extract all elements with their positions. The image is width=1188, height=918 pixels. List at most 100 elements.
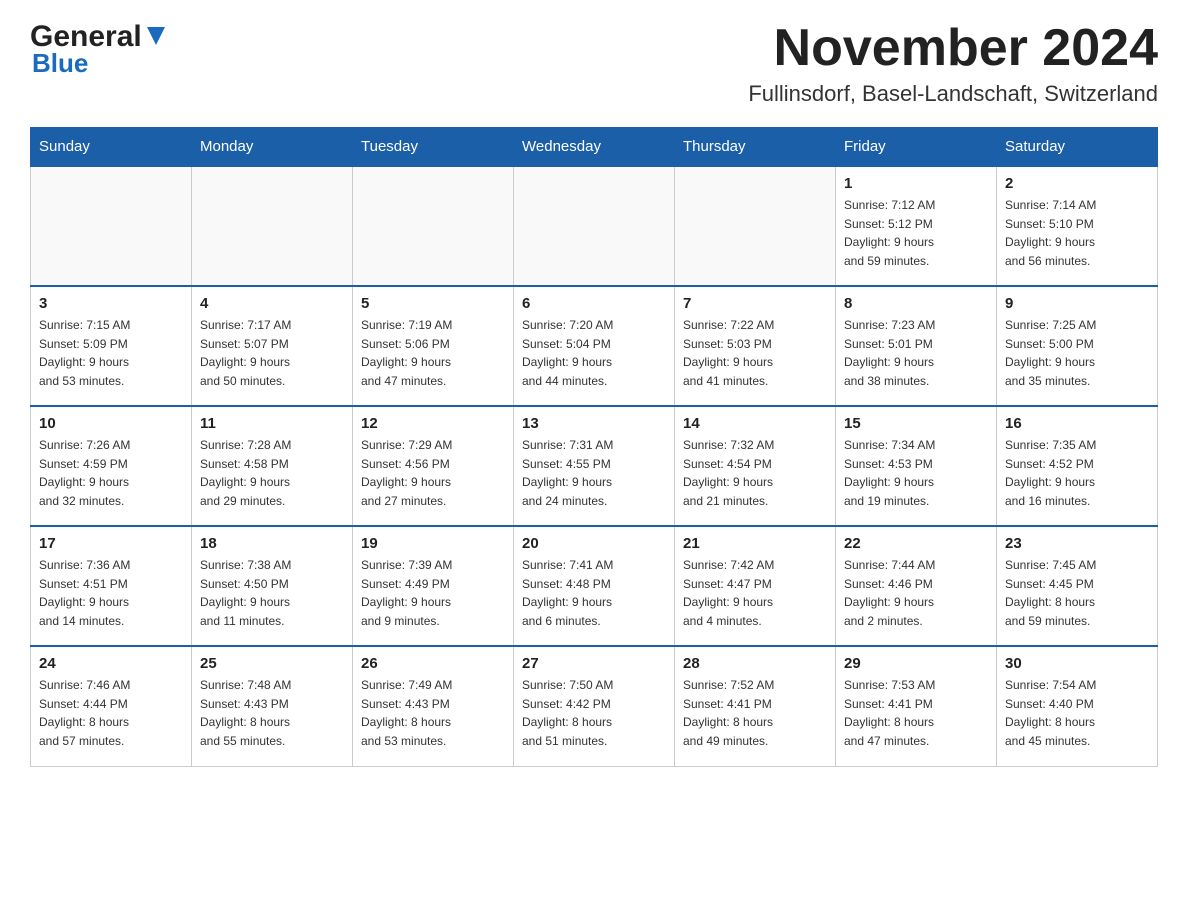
day-number: 19 xyxy=(361,535,505,552)
title-area: November 2024 Fullinsdorf, Basel-Landsch… xyxy=(748,20,1158,107)
header-friday: Friday xyxy=(836,128,997,167)
calendar-row-1: 3 Sunrise: 7:15 AM Sunset: 5:09 PM Daylig… xyxy=(31,286,1158,406)
calendar-cell: 3 Sunrise: 7:15 AM Sunset: 5:09 PM Daylig… xyxy=(31,286,192,406)
calendar-cell: 2Sunrise: 7:14 AM Sunset: 5:10 PM Daylig… xyxy=(997,166,1158,286)
day-info: Sunrise: 7:32 AM Sunset: 4:54 PM Dayligh… xyxy=(683,436,827,510)
header-thursday: Thursday xyxy=(675,128,836,167)
day-info: Sunrise: 7:42 AM Sunset: 4:47 PM Dayligh… xyxy=(683,556,827,630)
calendar-cell xyxy=(31,166,192,286)
calendar-cell xyxy=(514,166,675,286)
day-number: 7 xyxy=(683,295,827,312)
day-number: 14 xyxy=(683,415,827,432)
calendar-cell: 13Sunrise: 7:31 AM Sunset: 4:55 PM Dayli… xyxy=(514,406,675,526)
calendar-cell: 10 Sunrise: 7:26 AM Sunset: 4:59 PM Dayli… xyxy=(31,406,192,526)
day-number: 11 xyxy=(200,415,344,432)
page-header: General Blue November 2024 Fullinsdorf, … xyxy=(30,20,1158,107)
day-number: 12 xyxy=(361,415,505,432)
day-info: Sunrise: 7:54 AM Sunset: 4:40 PM Dayligh… xyxy=(1005,676,1149,750)
calendar-row-3: 17 Sunrise: 7:36 AM Sunset: 4:51 PM Dayli… xyxy=(31,526,1158,646)
calendar-cell: 19 Sunrise: 7:39 AM Sunset: 4:49 PM Dayli… xyxy=(353,526,514,646)
day-info: Sunrise: 7:44 AM Sunset: 4:46 PM Dayligh… xyxy=(844,556,988,630)
calendar-cell: 11 Sunrise: 7:28 AM Sunset: 4:58 PM Dayli… xyxy=(192,406,353,526)
header-monday: Monday xyxy=(192,128,353,167)
day-info: Sunrise: 7:15 AM Sunset: 5:09 PM Dayligh… xyxy=(39,316,183,390)
day-number: 6 xyxy=(522,295,666,312)
day-number: 29 xyxy=(844,655,988,672)
day-info: Sunrise: 7:25 AM Sunset: 5:00 PM Dayligh… xyxy=(1005,316,1149,390)
day-number: 15 xyxy=(844,415,988,432)
day-info: Sunrise: 7:29 AM Sunset: 4:56 PM Dayligh… xyxy=(361,436,505,510)
calendar-cell xyxy=(675,166,836,286)
day-number: 24 xyxy=(39,655,183,672)
calendar-cell: 21 Sunrise: 7:42 AM Sunset: 4:47 PM Dayli… xyxy=(675,526,836,646)
calendar-table: Sunday Monday Tuesday Wednesday Thursday… xyxy=(30,127,1158,767)
day-number: 4 xyxy=(200,295,344,312)
day-info: Sunrise: 7:39 AM Sunset: 4:49 PM Dayligh… xyxy=(361,556,505,630)
day-number: 16 xyxy=(1005,415,1149,432)
day-info: Sunrise: 7:49 AM Sunset: 4:43 PM Dayligh… xyxy=(361,676,505,750)
calendar-cell xyxy=(192,166,353,286)
calendar-cell: 14 Sunrise: 7:32 AM Sunset: 4:54 PM Dayli… xyxy=(675,406,836,526)
day-info: Sunrise: 7:31 AM Sunset: 4:55 PM Dayligh… xyxy=(522,436,666,510)
day-info: Sunrise: 7:17 AM Sunset: 5:07 PM Dayligh… xyxy=(200,316,344,390)
day-info: Sunrise: 7:46 AM Sunset: 4:44 PM Dayligh… xyxy=(39,676,183,750)
logo-triangle-icon xyxy=(145,25,167,47)
day-info: Sunrise: 7:12 AM Sunset: 5:12 PM Dayligh… xyxy=(844,196,988,270)
day-info: Sunrise: 7:45 AM Sunset: 4:45 PM Dayligh… xyxy=(1005,556,1149,630)
day-number: 9 xyxy=(1005,295,1149,312)
day-info: Sunrise: 7:14 AM Sunset: 5:10 PM Dayligh… xyxy=(1005,196,1149,270)
calendar-cell: 20 Sunrise: 7:41 AM Sunset: 4:48 PM Dayli… xyxy=(514,526,675,646)
day-info: Sunrise: 7:26 AM Sunset: 4:59 PM Dayligh… xyxy=(39,436,183,510)
weekday-header-row: Sunday Monday Tuesday Wednesday Thursday… xyxy=(31,128,1158,167)
day-number: 10 xyxy=(39,415,183,432)
day-info: Sunrise: 7:28 AM Sunset: 4:58 PM Dayligh… xyxy=(200,436,344,510)
day-number: 8 xyxy=(844,295,988,312)
day-number: 3 xyxy=(39,295,183,312)
day-number: 1 xyxy=(844,175,988,192)
day-info: Sunrise: 7:23 AM Sunset: 5:01 PM Dayligh… xyxy=(844,316,988,390)
day-number: 21 xyxy=(683,535,827,552)
calendar-cell: 22Sunrise: 7:44 AM Sunset: 4:46 PM Dayli… xyxy=(836,526,997,646)
day-info: Sunrise: 7:41 AM Sunset: 4:48 PM Dayligh… xyxy=(522,556,666,630)
calendar-cell: 5Sunrise: 7:19 AM Sunset: 5:06 PM Daylig… xyxy=(353,286,514,406)
calendar-cell: 15 Sunrise: 7:34 AM Sunset: 4:53 PM Dayli… xyxy=(836,406,997,526)
calendar-subtitle: Fullinsdorf, Basel-Landschaft, Switzerla… xyxy=(748,81,1158,107)
calendar-cell: 16 Sunrise: 7:35 AM Sunset: 4:52 PM Dayli… xyxy=(997,406,1158,526)
day-number: 18 xyxy=(200,535,344,552)
day-info: Sunrise: 7:22 AM Sunset: 5:03 PM Dayligh… xyxy=(683,316,827,390)
calendar-cell: 17 Sunrise: 7:36 AM Sunset: 4:51 PM Dayli… xyxy=(31,526,192,646)
calendar-cell: 30 Sunrise: 7:54 AM Sunset: 4:40 PM Dayli… xyxy=(997,646,1158,766)
day-info: Sunrise: 7:52 AM Sunset: 4:41 PM Dayligh… xyxy=(683,676,827,750)
day-info: Sunrise: 7:20 AM Sunset: 5:04 PM Dayligh… xyxy=(522,316,666,390)
day-number: 25 xyxy=(200,655,344,672)
day-info: Sunrise: 7:34 AM Sunset: 4:53 PM Dayligh… xyxy=(844,436,988,510)
day-number: 23 xyxy=(1005,535,1149,552)
header-wednesday: Wednesday xyxy=(514,128,675,167)
day-number: 27 xyxy=(522,655,666,672)
calendar-cell: 7 Sunrise: 7:22 AM Sunset: 5:03 PM Daylig… xyxy=(675,286,836,406)
calendar-cell: 8 Sunrise: 7:23 AM Sunset: 5:01 PM Daylig… xyxy=(836,286,997,406)
day-info: Sunrise: 7:36 AM Sunset: 4:51 PM Dayligh… xyxy=(39,556,183,630)
calendar-title: November 2024 xyxy=(748,20,1158,77)
calendar-row-4: 24 Sunrise: 7:46 AM Sunset: 4:44 PM Dayli… xyxy=(31,646,1158,766)
day-number: 28 xyxy=(683,655,827,672)
calendar-row-2: 10 Sunrise: 7:26 AM Sunset: 4:59 PM Dayli… xyxy=(31,406,1158,526)
calendar-cell: 29 Sunrise: 7:53 AM Sunset: 4:41 PM Dayli… xyxy=(836,646,997,766)
calendar-cell: 9 Sunrise: 7:25 AM Sunset: 5:00 PM Daylig… xyxy=(997,286,1158,406)
day-info: Sunrise: 7:48 AM Sunset: 4:43 PM Dayligh… xyxy=(200,676,344,750)
calendar-cell: 1 Sunrise: 7:12 AM Sunset: 5:12 PM Daylig… xyxy=(836,166,997,286)
day-info: Sunrise: 7:50 AM Sunset: 4:42 PM Dayligh… xyxy=(522,676,666,750)
day-number: 30 xyxy=(1005,655,1149,672)
calendar-cell: 28 Sunrise: 7:52 AM Sunset: 4:41 PM Dayli… xyxy=(675,646,836,766)
day-info: Sunrise: 7:35 AM Sunset: 4:52 PM Dayligh… xyxy=(1005,436,1149,510)
header-saturday: Saturday xyxy=(997,128,1158,167)
calendar-row-0: 1 Sunrise: 7:12 AM Sunset: 5:12 PM Daylig… xyxy=(31,166,1158,286)
day-info: Sunrise: 7:53 AM Sunset: 4:41 PM Dayligh… xyxy=(844,676,988,750)
calendar-cell: 24 Sunrise: 7:46 AM Sunset: 4:44 PM Dayli… xyxy=(31,646,192,766)
day-number: 17 xyxy=(39,535,183,552)
calendar-cell: 26Sunrise: 7:49 AM Sunset: 4:43 PM Dayli… xyxy=(353,646,514,766)
calendar-cell: 27 Sunrise: 7:50 AM Sunset: 4:42 PM Dayli… xyxy=(514,646,675,766)
calendar-cell: 12 Sunrise: 7:29 AM Sunset: 4:56 PM Dayli… xyxy=(353,406,514,526)
header-tuesday: Tuesday xyxy=(353,128,514,167)
day-number: 20 xyxy=(522,535,666,552)
